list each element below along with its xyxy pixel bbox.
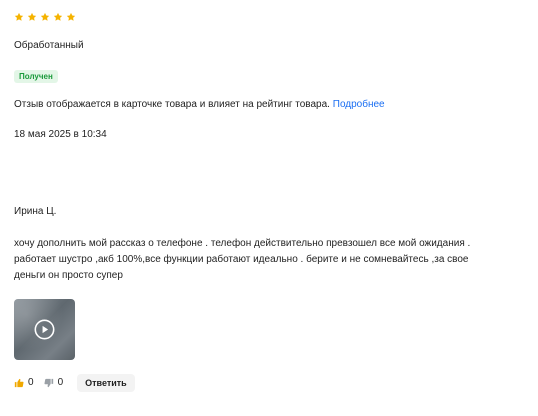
review-status: Обработанный xyxy=(14,40,84,51)
thumbs-up-icon xyxy=(14,378,24,388)
video-thumbnail[interactable] xyxy=(14,299,75,360)
like-button[interactable]: 0 xyxy=(14,377,34,389)
comment-actions: 0 0 Ответить xyxy=(14,374,135,392)
rating-stars xyxy=(14,12,76,22)
comment-text: хочу дополнить мой рассказ о телефоне . … xyxy=(14,238,471,281)
reply-button[interactable]: Ответить xyxy=(77,374,135,392)
review-info-text: Отзыв отображается в карточке товара и в… xyxy=(14,99,330,110)
status-badge: Получен xyxy=(14,70,58,83)
star-icon xyxy=(40,12,50,21)
like-count: 0 xyxy=(28,377,34,388)
thumbs-down-icon xyxy=(44,378,53,388)
star-icon xyxy=(14,12,24,21)
more-info-link[interactable]: Подробнее xyxy=(333,99,385,110)
review-date: 18 мая 2025 в 10:34 xyxy=(14,129,107,140)
play-icon[interactable] xyxy=(34,319,55,340)
comment-author: Ирина Ц. xyxy=(14,206,57,217)
star-icon xyxy=(66,12,76,21)
star-icon xyxy=(27,12,37,21)
star-icon xyxy=(53,12,63,21)
review-info: Отзыв отображается в карточке товара и в… xyxy=(14,99,385,111)
dislike-button[interactable]: 0 xyxy=(44,377,64,389)
dislike-count: 0 xyxy=(57,377,64,388)
